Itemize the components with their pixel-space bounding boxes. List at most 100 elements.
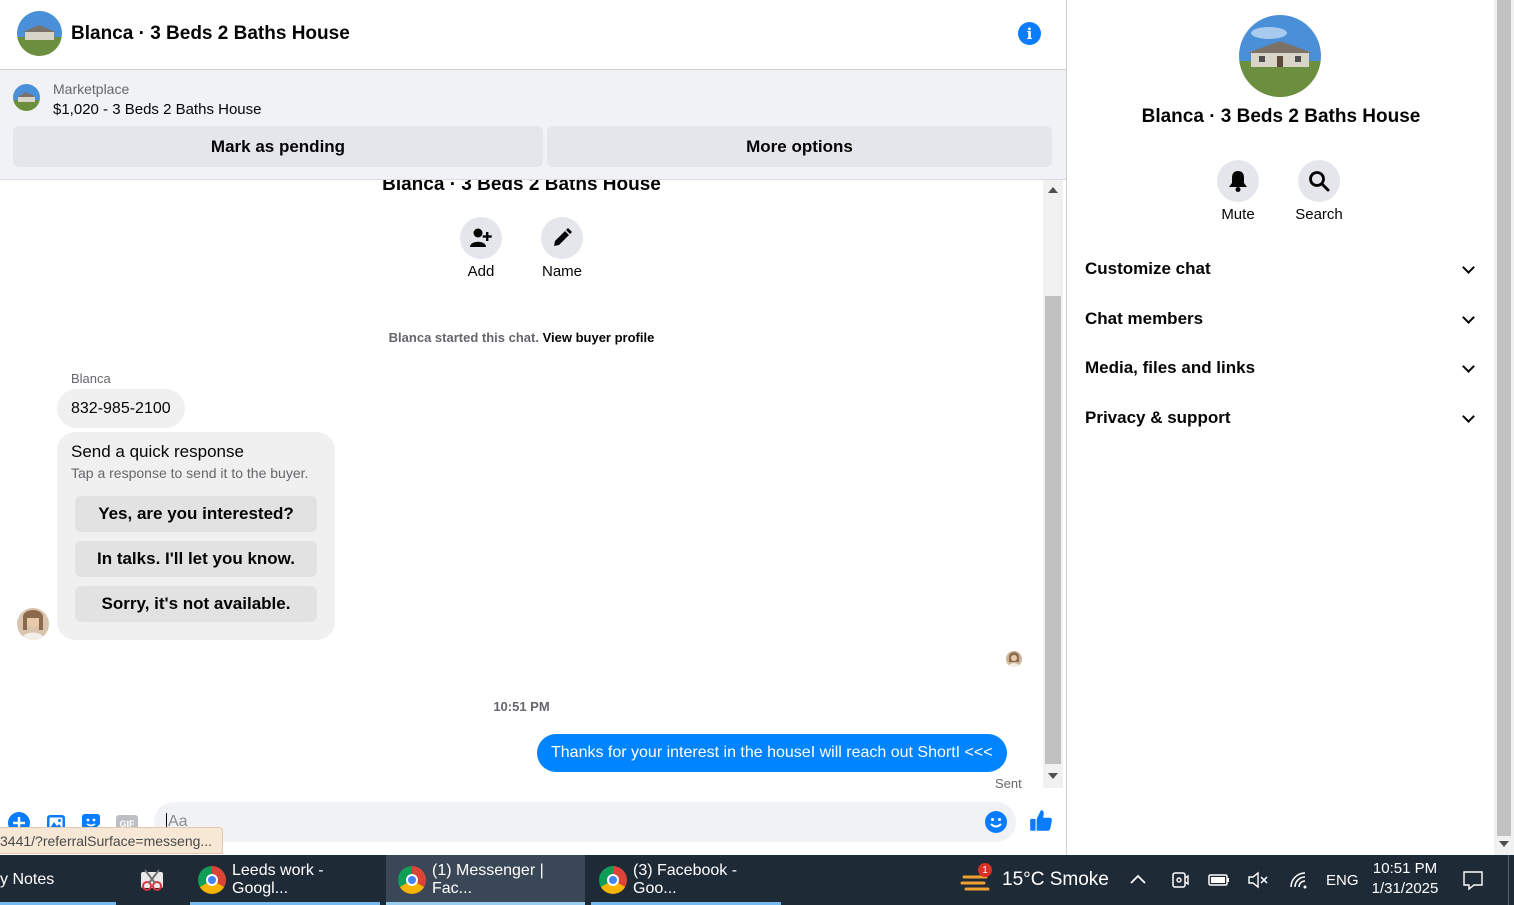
battery-indicator[interactable] (1207, 855, 1231, 905)
quick-response-option[interactable]: Sorry, it's not available. (75, 586, 317, 622)
info-icon[interactable]: i (1018, 22, 1041, 45)
read-receipt-avatar (1006, 651, 1022, 667)
mute-label: Mute (1221, 206, 1255, 223)
emoji-icon[interactable] (984, 810, 1008, 834)
meet-now-button[interactable] (1170, 855, 1190, 905)
show-desktop-button[interactable] (1508, 855, 1514, 905)
taskbar-chrome-facebook[interactable]: (3) Facebook - Goo... (591, 855, 781, 905)
name-label: Name (541, 263, 582, 280)
incoming-message-bubble[interactable]: 832-985-2100 (57, 389, 185, 428)
bell-icon (1229, 171, 1247, 192)
outgoing-message-bubble[interactable]: Thanks for your interest in the houseI w… (537, 734, 1007, 772)
section-label: Chat members (1085, 309, 1204, 328)
page-scroll-down-arrow[interactable] (1499, 841, 1509, 847)
chrome-icon (198, 866, 226, 894)
scrollbar-thumb[interactable] (1045, 296, 1061, 764)
add-label: Add (467, 263, 495, 280)
taskbar-app-label: Leeds work - Googl... (232, 862, 324, 897)
section-label: Privacy & support (1085, 408, 1231, 427)
page-scrollbar[interactable] (1494, 0, 1514, 855)
section-label: Customize chat (1085, 259, 1211, 278)
taskbar-app-label: y Notes (0, 871, 55, 888)
chrome-icon (398, 866, 426, 894)
taskbar-app-label: (1) Messenger | Fac... (432, 862, 544, 897)
quick-response-title: Send a quick response (71, 442, 244, 461)
chrome-icon (599, 866, 627, 894)
search-label: Search (1295, 206, 1343, 223)
scroll-up-arrow[interactable] (1048, 187, 1058, 193)
privacy-support-section[interactable]: Privacy & support (1085, 398, 1477, 438)
thumbs-up-icon[interactable] (1028, 808, 1054, 834)
thread-scrollbar[interactable] (1043, 180, 1063, 788)
chat-header: Blanca · 3 Beds 2 Baths House i (0, 0, 1066, 70)
conversation-info-panel: Blanca · 3 Beds 2 Baths House Mute Searc… (1066, 0, 1494, 855)
wifi-icon (1290, 872, 1307, 889)
message-timestamp: 10:51 PM (493, 699, 550, 714)
weather-smoke-icon: 1 (960, 863, 992, 895)
add-people-button[interactable] (460, 217, 502, 259)
pencil-icon (554, 228, 572, 246)
link-status-bar: 3441/?referralSurface=messeng... (0, 827, 224, 854)
add-person-icon (470, 228, 492, 247)
taskbar-chrome-leeds-work[interactable]: Leeds work - Googl... (190, 855, 380, 905)
quick-response-option[interactable]: In talks. I'll let you know. (75, 541, 317, 577)
info-panel-title: Blanca · 3 Beds 2 Baths House (1141, 106, 1421, 127)
notifications-button[interactable] (1462, 855, 1484, 905)
chevron-down-icon (1462, 359, 1475, 373)
page-scrollbar-thumb[interactable] (1497, 0, 1511, 836)
section-label: Media, files and links (1085, 358, 1256, 377)
clock-date: 1/31/2025 (1371, 880, 1439, 897)
started-text: Blanca started this chat. (388, 330, 539, 345)
media-files-links-section[interactable]: Media, files and links (1085, 348, 1477, 388)
search-icon (1309, 171, 1330, 192)
listing-photo[interactable] (1239, 15, 1321, 97)
mark-as-pending-button[interactable]: Mark as pending (13, 126, 543, 167)
customize-chat-section[interactable]: Customize chat (1085, 249, 1477, 289)
chat-members-section[interactable]: Chat members (1085, 299, 1477, 339)
quick-response-subtitle: Tap a response to send it to the buyer. (71, 465, 309, 481)
scroll-down-arrow[interactable] (1048, 773, 1058, 779)
taskbar-snipping-tool[interactable] (130, 855, 174, 905)
notification-icon (1463, 871, 1483, 891)
more-options-button[interactable]: More options (547, 126, 1052, 167)
listing-avatar[interactable] (17, 11, 62, 56)
marketplace-label: Marketplace (53, 81, 130, 97)
taskbar-clock[interactable]: 10:51 PM 1/31/2025 (1360, 859, 1450, 899)
chat-title: Blanca · 3 Beds 2 Baths House (71, 23, 350, 44)
name-button[interactable] (541, 217, 583, 259)
chevron-down-icon (1462, 260, 1475, 274)
input-language[interactable]: ENG (1326, 855, 1359, 905)
search-button[interactable] (1298, 160, 1340, 202)
network-button[interactable] (1288, 855, 1310, 905)
app-window: Blanca · 3 Beds 2 Baths House i Marketpl… (0, 0, 1514, 905)
chevron-up-icon (1130, 874, 1146, 884)
weather-widget[interactable]: 1 15°C Smoke (960, 855, 1109, 905)
listing-price-title[interactable]: $1,020 - 3 Beds 2 Baths House (53, 101, 261, 118)
snipping-tool-icon (141, 869, 163, 891)
taskbar-app-label: (3) Facebook - Goo... (633, 862, 738, 897)
listing-thumbnail[interactable] (13, 84, 40, 111)
chevron-down-icon (1462, 409, 1475, 423)
message-input[interactable]: Aa (154, 802, 1016, 842)
volume-button[interactable] (1247, 855, 1269, 905)
clock-time: 10:51 PM (1372, 860, 1438, 877)
sender-name: Blanca (71, 371, 111, 386)
show-hidden-icons-button[interactable] (1128, 855, 1148, 905)
message-thread[interactable]: Blanca · 3 Beds 2 Baths House Add Name B… (0, 180, 1043, 795)
chat-started-notice: Blanca started this chat. View buyer pro… (0, 330, 1043, 345)
volume-muted-icon (1248, 871, 1268, 889)
quick-response-option[interactable]: Yes, are you interested? (75, 496, 317, 532)
weather-text: 15°C Smoke (1002, 869, 1109, 890)
battery-icon (1208, 874, 1229, 886)
view-buyer-profile-link[interactable]: View buyer profile (543, 330, 655, 345)
camera-icon (1172, 872, 1189, 888)
taskbar-sticky-notes[interactable]: y Notes (0, 855, 116, 905)
weather-alert-badge: 1 (978, 863, 992, 877)
mute-button[interactable] (1217, 160, 1259, 202)
sender-avatar[interactable] (17, 608, 49, 640)
chevron-down-icon (1462, 310, 1475, 324)
taskbar-chrome-messenger[interactable]: (1) Messenger | Fac... (386, 855, 585, 905)
quick-response-card: Send a quick response Tap a response to … (57, 432, 335, 640)
windows-taskbar: y Notes Leeds work - Googl... (1) Messen… (0, 855, 1514, 905)
sent-status: Sent (995, 776, 1022, 791)
